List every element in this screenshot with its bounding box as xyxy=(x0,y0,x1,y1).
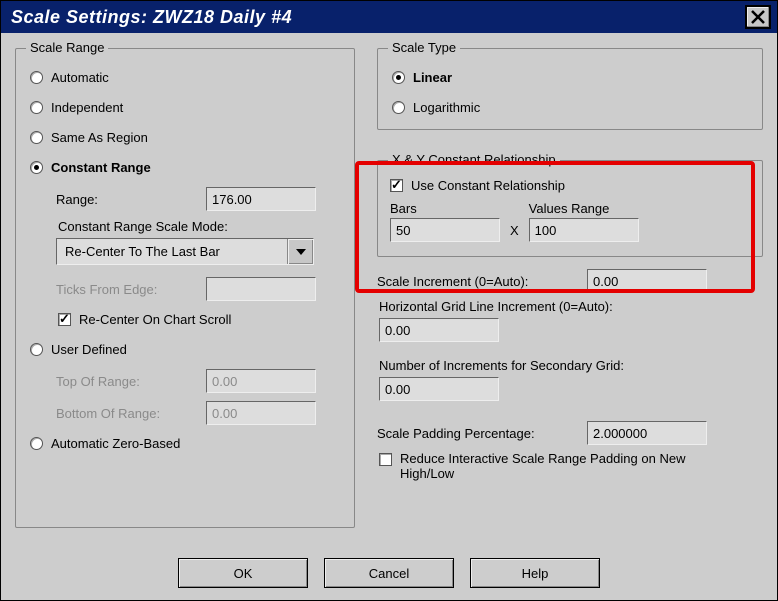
ticks-label: Ticks From Edge: xyxy=(56,282,196,297)
radio-icon xyxy=(30,343,43,356)
hgrid-label: Horizontal Grid Line Increment (0=Auto): xyxy=(379,299,763,314)
top-range-input xyxy=(206,369,316,393)
radio-constant-range-label: Constant Range xyxy=(51,160,151,175)
padding-label: Scale Padding Percentage: xyxy=(377,426,577,441)
window-title: Scale Settings: ZWZ18 Daily #4 xyxy=(11,7,292,28)
reduce-padding-label: Reduce Interactive Scale Range Padding o… xyxy=(400,451,700,481)
radio-icon xyxy=(30,71,43,84)
reduce-padding-checkbox[interactable]: Reduce Interactive Scale Range Padding o… xyxy=(379,451,763,481)
help-label: Help xyxy=(522,566,549,581)
scale-settings-dialog: Scale Settings: ZWZ18 Daily #4 Scale Ran… xyxy=(0,0,778,601)
values-range-label: Values Range xyxy=(529,201,639,216)
radio-auto-zero-label: Automatic Zero-Based xyxy=(51,436,180,451)
radio-icon xyxy=(392,101,405,114)
scale-range-group: Scale Range Automatic Independent Same A… xyxy=(15,48,355,528)
mode-label: Constant Range Scale Mode: xyxy=(58,219,342,234)
nsec-label: Number of Increments for Secondary Grid: xyxy=(379,358,763,373)
mode-dropdown-value: Re-Center To The Last Bar xyxy=(57,239,287,264)
radio-automatic[interactable]: Automatic xyxy=(30,67,342,87)
bottom-range-label: Bottom Of Range: xyxy=(56,406,196,421)
scale-type-title: Scale Type xyxy=(388,40,460,55)
use-constant-checkbox[interactable]: Use Constant Relationship xyxy=(390,175,750,195)
radio-icon xyxy=(30,161,43,174)
scale-type-group: Scale Type Linear Logarithmic xyxy=(377,48,763,130)
radio-automatic-label: Automatic xyxy=(51,70,109,85)
radio-linear-label: Linear xyxy=(413,70,452,85)
radio-icon xyxy=(30,131,43,144)
ok-label: OK xyxy=(234,566,253,581)
help-button[interactable]: Help xyxy=(470,558,600,588)
ok-button[interactable]: OK xyxy=(178,558,308,588)
bars-input[interactable] xyxy=(390,218,500,242)
radio-linear[interactable]: Linear xyxy=(392,67,750,87)
use-constant-label: Use Constant Relationship xyxy=(411,178,565,193)
range-input[interactable] xyxy=(206,187,316,211)
radio-auto-zero[interactable]: Automatic Zero-Based xyxy=(30,433,342,453)
dialog-button-row: OK Cancel Help xyxy=(1,558,777,588)
xy-constant-title: X & Y Constant Relationship xyxy=(388,152,560,167)
scale-increment-label: Scale Increment (0=Auto): xyxy=(377,274,577,289)
radio-independent[interactable]: Independent xyxy=(30,97,342,117)
close-button[interactable] xyxy=(745,5,771,29)
bottom-range-input xyxy=(206,401,316,425)
bars-label: Bars xyxy=(390,201,500,216)
radio-icon xyxy=(30,101,43,114)
cancel-button[interactable]: Cancel xyxy=(324,558,454,588)
checkbox-icon xyxy=(390,179,403,192)
ticks-input xyxy=(206,277,316,301)
chevron-down-icon xyxy=(287,239,313,264)
scale-increment-input[interactable] xyxy=(587,269,707,293)
values-range-input[interactable] xyxy=(529,218,639,242)
xy-constant-group: X & Y Constant Relationship Use Constant… xyxy=(377,160,763,257)
range-label: Range: xyxy=(56,192,196,207)
close-icon xyxy=(750,9,766,25)
radio-log-label: Logarithmic xyxy=(413,100,480,115)
radio-user-defined-label: User Defined xyxy=(51,342,127,357)
radio-icon xyxy=(30,437,43,450)
padding-input[interactable] xyxy=(587,421,707,445)
titlebar: Scale Settings: ZWZ18 Daily #4 xyxy=(1,1,777,33)
hgrid-input[interactable] xyxy=(379,318,499,342)
scale-range-title: Scale Range xyxy=(26,40,108,55)
recenter-scroll-checkbox[interactable]: Re-Center On Chart Scroll xyxy=(58,309,342,329)
radio-icon xyxy=(392,71,405,84)
radio-logarithmic[interactable]: Logarithmic xyxy=(392,97,750,117)
top-range-label: Top Of Range: xyxy=(56,374,196,389)
radio-constant-range[interactable]: Constant Range xyxy=(30,157,342,177)
nsec-input[interactable] xyxy=(379,377,499,401)
radio-same-as-region-label: Same As Region xyxy=(51,130,148,145)
radio-same-as-region[interactable]: Same As Region xyxy=(30,127,342,147)
cancel-label: Cancel xyxy=(369,566,409,581)
radio-independent-label: Independent xyxy=(51,100,123,115)
checkbox-icon xyxy=(379,453,392,466)
radio-user-defined[interactable]: User Defined xyxy=(30,339,342,359)
x-symbol: X xyxy=(510,223,519,242)
checkbox-icon xyxy=(58,313,71,326)
mode-dropdown[interactable]: Re-Center To The Last Bar xyxy=(56,238,314,265)
recenter-scroll-label: Re-Center On Chart Scroll xyxy=(79,312,231,327)
